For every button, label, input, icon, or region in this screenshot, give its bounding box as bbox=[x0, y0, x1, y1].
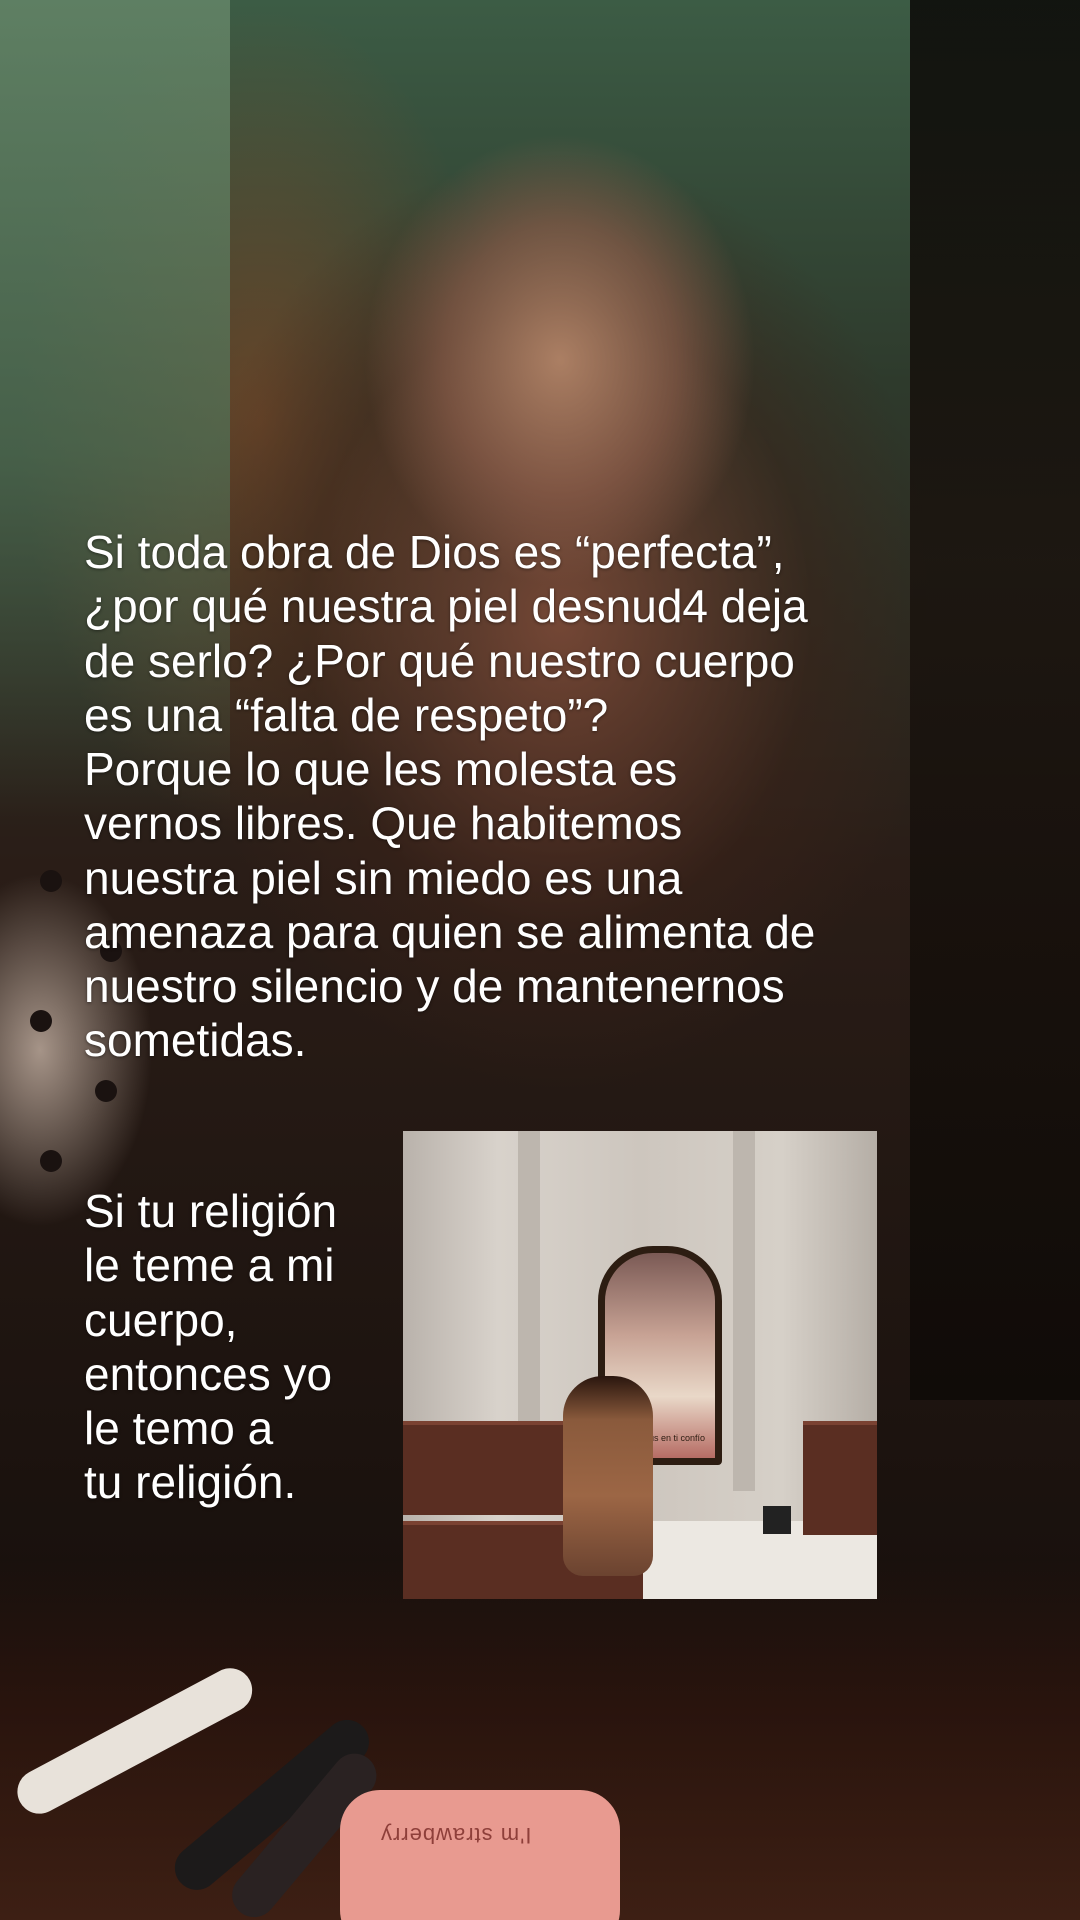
makeup-compact bbox=[340, 1790, 620, 1920]
compact-text: I'm strawberry bbox=[380, 1823, 532, 1848]
person-figure bbox=[563, 1376, 653, 1576]
caption-lower: Si tu religión le teme a mi cuerpo, ento… bbox=[84, 1185, 338, 1509]
church-photo: Jesús en ti confío bbox=[403, 1131, 877, 1599]
caption-main: Si toda obra de Dios es “perfecta”, ¿por… bbox=[84, 526, 816, 1067]
floor-box bbox=[763, 1506, 791, 1534]
church-pew bbox=[803, 1421, 877, 1535]
caption-text: Si toda obra de Dios es “perfecta”, ¿por… bbox=[84, 525, 984, 1068]
